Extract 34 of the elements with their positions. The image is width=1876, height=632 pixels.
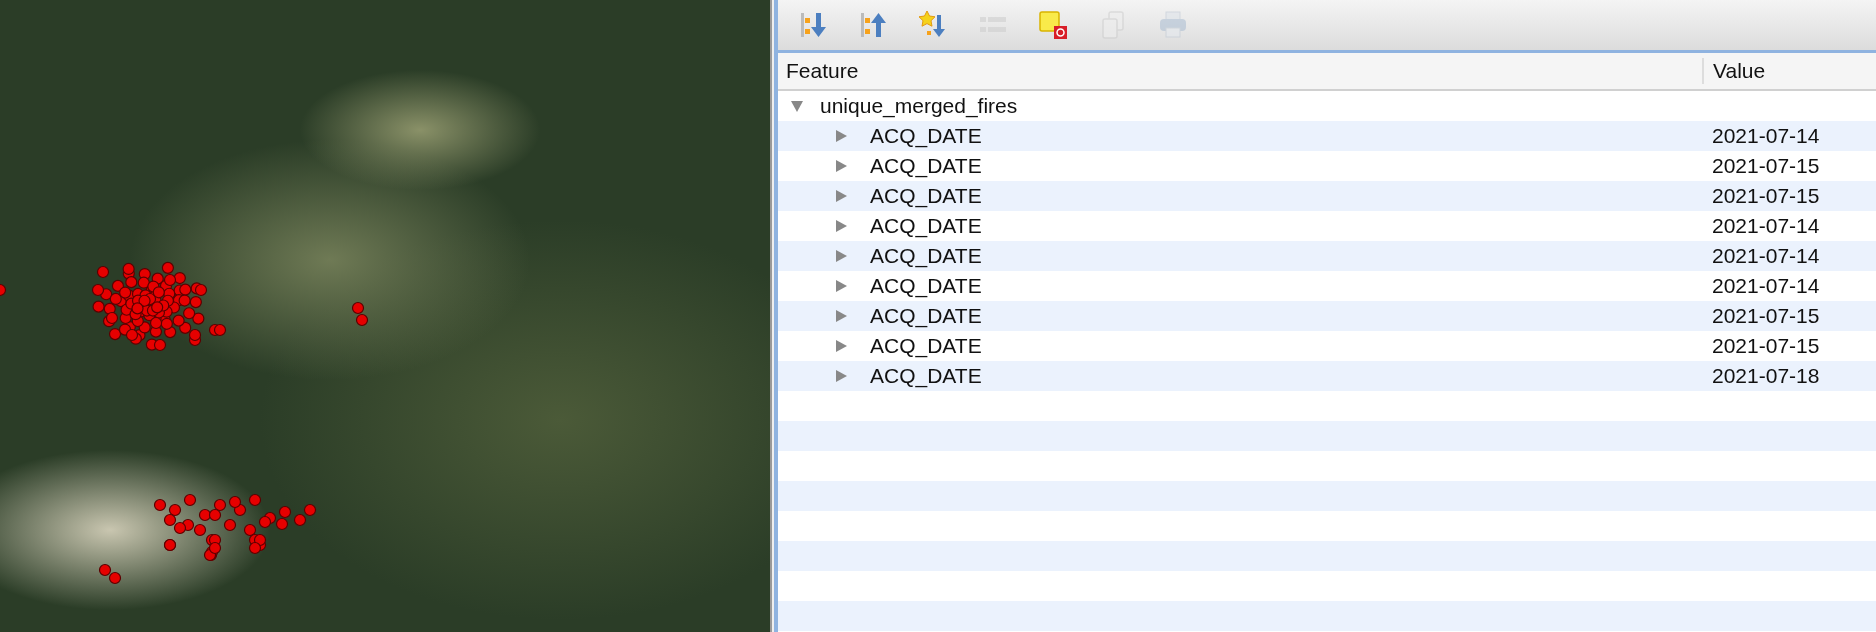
field-value: 2021-07-18 (1712, 364, 1820, 388)
field-name[interactable]: ACQ_DATE (870, 334, 1712, 358)
field-value: 2021-07-15 (1712, 184, 1820, 208)
field-name[interactable]: ACQ_DATE (870, 364, 1712, 388)
field-name[interactable]: ACQ_DATE (870, 244, 1712, 268)
splitter-handle[interactable] (770, 0, 778, 632)
expand-toggle-icon[interactable] (834, 339, 848, 353)
field-name[interactable]: ACQ_DATE (870, 154, 1712, 178)
expand-toggle-icon[interactable] (834, 309, 848, 323)
field-name[interactable]: ACQ_DATE (870, 214, 1712, 238)
field-value: 2021-07-15 (1712, 334, 1820, 358)
expand-toggle-icon[interactable] (790, 99, 804, 113)
expand-toggle-icon[interactable] (834, 219, 848, 233)
tree-item-label[interactable]: unique_merged_fires (820, 94, 1018, 118)
field-value: 2021-07-14 (1712, 124, 1820, 148)
expand-toggle-icon[interactable] (834, 369, 848, 383)
field-name[interactable]: ACQ_DATE (870, 304, 1712, 328)
field-value: 2021-07-14 (1712, 274, 1820, 298)
print-icon (1157, 9, 1189, 41)
field-value: 2021-07-14 (1712, 214, 1820, 238)
highlight-icon (1037, 9, 1069, 41)
expand-toggle-icon[interactable] (834, 159, 848, 173)
expand-toggle-icon[interactable] (834, 129, 848, 143)
field-value: 2021-07-15 (1712, 154, 1820, 178)
field-name[interactable]: ACQ_DATE (870, 274, 1712, 298)
column-header[interactable]: Feature (778, 59, 1702, 83)
column-header[interactable]: Value (1702, 58, 1766, 84)
expand-toggle-icon[interactable] (834, 249, 848, 263)
field-value: 2021-07-15 (1712, 304, 1820, 328)
field-name[interactable]: ACQ_DATE (870, 184, 1712, 208)
field-value: 2021-07-14 (1712, 244, 1820, 268)
expand-toggle-icon[interactable] (834, 279, 848, 293)
expand-toggle-icon[interactable] (834, 189, 848, 203)
field-name[interactable]: ACQ_DATE (870, 124, 1712, 148)
